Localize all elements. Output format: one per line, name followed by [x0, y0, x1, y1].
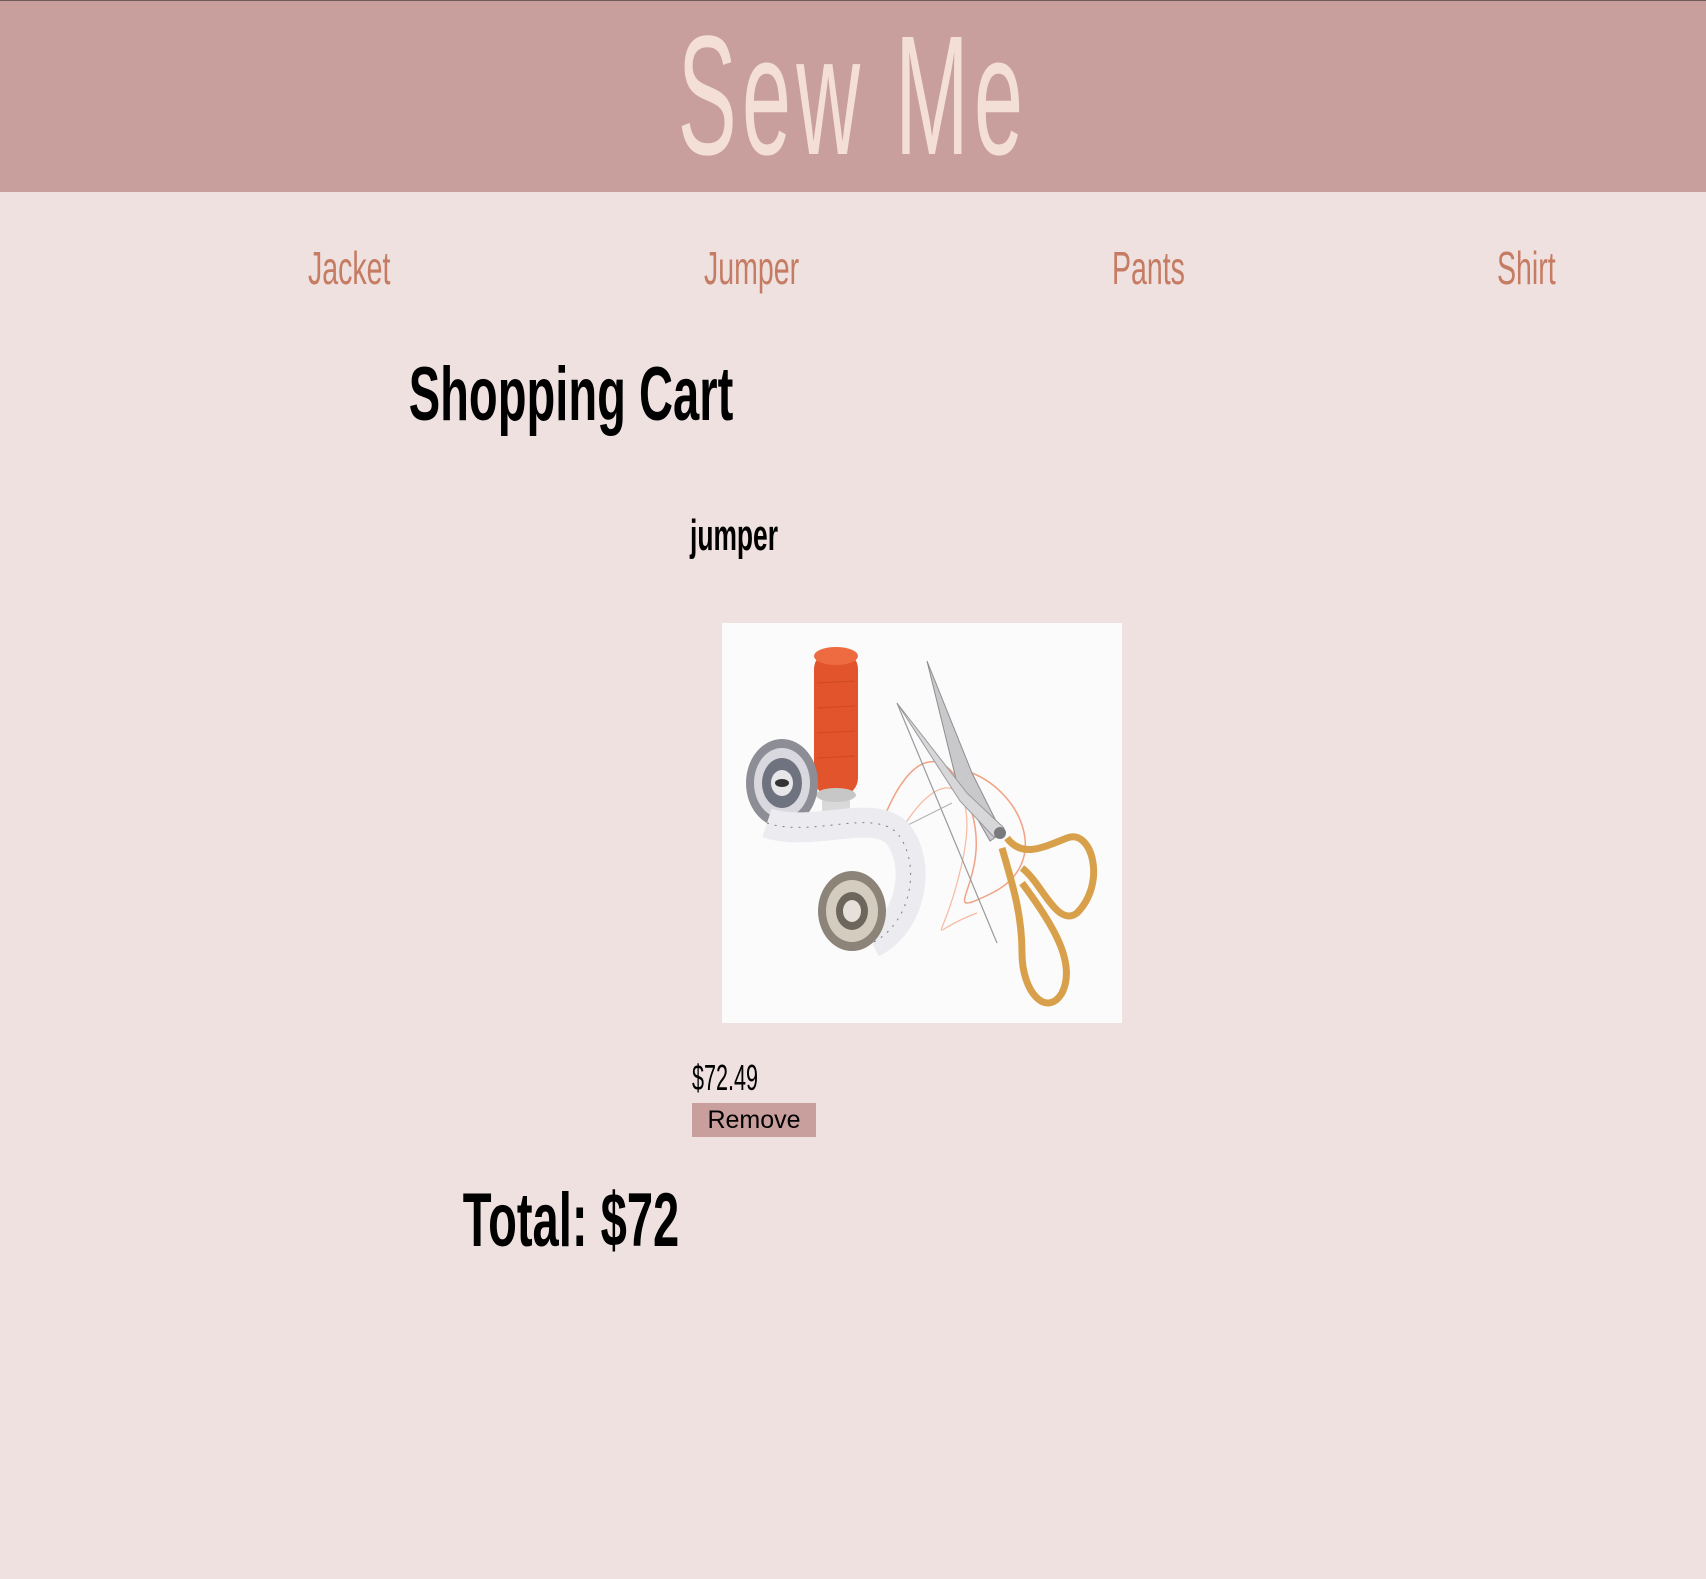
page-title: Shopping Cart	[408, 352, 734, 437]
sewing-supplies-photo-icon	[722, 623, 1122, 1023]
nav-link-jumper[interactable]: Jumper	[704, 240, 799, 296]
remove-button[interactable]: Remove	[692, 1103, 816, 1137]
nav-link-shirt[interactable]: Shirt	[1497, 240, 1556, 296]
cart-item-price: $72.49	[692, 1057, 759, 1098]
cart-total: Total: $72	[462, 1178, 680, 1263]
nav-link-jacket[interactable]: Jacket	[308, 240, 390, 296]
nav-link-pants[interactable]: Pants	[1112, 240, 1185, 296]
brand-logo[interactable]: Sew Me	[409, 11, 1296, 181]
cart-item-name: jumper	[690, 511, 779, 560]
site-header: Sew Me	[0, 0, 1706, 192]
product-image	[722, 623, 1122, 1023]
